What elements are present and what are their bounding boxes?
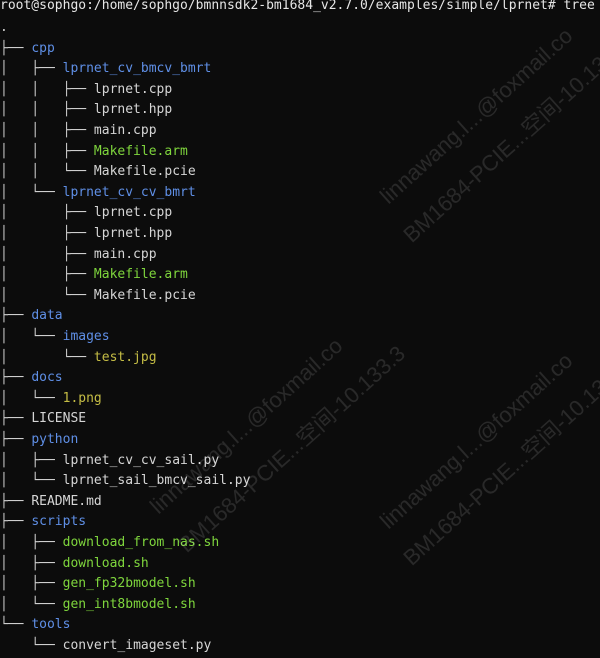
tree-line: │ └── images xyxy=(0,327,110,347)
directory-name: python xyxy=(31,432,79,447)
tree-line: │ └── gen_int8bmodel.sh xyxy=(0,595,196,615)
tree-line: │ │ ├── lprnet.cpp xyxy=(0,80,172,100)
tree-line: │ │ ├── main.cpp xyxy=(0,121,157,141)
tree-line: └── tools xyxy=(0,615,70,635)
tree-branch: └── xyxy=(0,638,63,653)
tree-branch: │ ├── xyxy=(0,535,63,550)
file-name: lprnet.hpp xyxy=(93,102,173,118)
tree-line: │ └── 1.png xyxy=(0,389,102,409)
directory-name: data xyxy=(31,308,63,324)
tree-line: │ ├── main.cpp xyxy=(0,245,157,265)
tree-branch: │ └── xyxy=(0,329,63,344)
file-name: lprnet.hpp xyxy=(93,226,173,241)
tree-branch: │ └── xyxy=(0,473,63,489)
tree-line: │ └── lprnet_sail_bmcv_sail.py xyxy=(0,471,250,491)
tree-line: │ ├── download_from_nas.sh xyxy=(0,533,219,553)
file-name: lprnet.cpp xyxy=(93,205,173,221)
tree-line: │ └── lprnet_cv_cv_bmrt xyxy=(0,183,196,203)
tree-branch: │ │ ├── xyxy=(0,102,94,118)
file-name: Makefile.pcie xyxy=(93,164,196,180)
file-name: main.cpp xyxy=(93,246,157,262)
tree-branch: │ │ ├── xyxy=(0,123,94,138)
file-name: 1.png xyxy=(62,390,102,406)
tree-branch: ├── xyxy=(0,370,32,386)
tree-branch: ├── xyxy=(0,514,32,530)
tree-branch: │ ├── xyxy=(0,267,94,283)
tree-branch: │ └── xyxy=(0,596,63,612)
tree-branch: │ ├── xyxy=(0,576,63,592)
directory-name: images xyxy=(62,329,110,344)
directory-name: cpp xyxy=(31,40,55,56)
terminal-window[interactable]: root@sophgo:/home/sophgo/bmnnsdk2-bm1684… xyxy=(0,0,600,658)
file-name: lprnet.cpp xyxy=(93,81,173,97)
tree-branch: │ │ ├── xyxy=(0,143,94,159)
tree-line: │ └── Makefile.pcie xyxy=(0,286,196,306)
tree-line: │ ├── Makefile.arm xyxy=(0,265,188,285)
file-name: Makefile.pcie xyxy=(93,287,196,303)
tree-branch: ├── xyxy=(0,308,32,324)
file-name: gen_int8bmodel.sh xyxy=(62,596,196,612)
tree-line: │ │ ├── Makefile.arm xyxy=(0,142,188,162)
file-name: convert_imageset.py xyxy=(62,638,212,653)
directory-name: docs xyxy=(31,370,63,386)
tree-line: ├── scripts xyxy=(0,512,86,532)
file-name: README.md xyxy=(31,493,102,509)
tree-line: ├── LICENSE xyxy=(0,409,86,429)
tree-line: ├── docs xyxy=(0,368,63,388)
file-name: Makefile.arm xyxy=(93,143,188,159)
tree-branch: ├── xyxy=(0,40,32,56)
tree-line: └── convert_imageset.py xyxy=(0,636,211,656)
tree-line: . xyxy=(0,18,8,38)
tree-line: ├── README.md xyxy=(0,492,102,512)
tree-branch: │ │ └── xyxy=(0,164,94,180)
tree-branch: └── xyxy=(0,617,32,633)
directory-name: lprnet_cv_cv_bmrt xyxy=(62,184,196,200)
tree-branch: │ ├── xyxy=(0,205,94,221)
tree-branch: │ └── xyxy=(0,349,94,365)
file-name: download.sh xyxy=(62,555,149,571)
directory-name: tools xyxy=(31,617,71,633)
tree-branch: │ ├── xyxy=(0,226,94,241)
file-name: Makefile.arm xyxy=(93,267,188,283)
tree-line: ├── data xyxy=(0,306,63,326)
file-name: lprnet_sail_bmcv_sail.py xyxy=(62,473,251,489)
tree-branch: ├── xyxy=(0,432,32,447)
tree-line: │ ├── lprnet.hpp xyxy=(0,224,172,244)
tree-branch: │ ├── xyxy=(0,452,63,468)
tree-branch: . xyxy=(0,20,8,35)
tree-line: ├── cpp xyxy=(0,39,55,59)
tree-line: ├── python xyxy=(0,430,78,450)
tree-line: │ ├── lprnet.cpp xyxy=(0,203,172,223)
tree-branch: │ └── xyxy=(0,184,63,200)
file-name: test.jpg xyxy=(93,349,157,365)
file-name: main.cpp xyxy=(93,123,157,138)
tree-branch: ├── xyxy=(0,411,32,427)
tree-branch: │ ├── xyxy=(0,61,63,77)
tree-branch: │ └── xyxy=(0,390,63,406)
directory-name: lprnet_cv_bmcv_bmrt xyxy=(62,61,212,77)
file-name: lprnet_cv_cv_sail.py xyxy=(62,452,220,468)
tree-line: │ │ ├── lprnet.hpp xyxy=(0,100,172,120)
directory-name: scripts xyxy=(31,514,87,530)
file-name: gen_fp32bmodel.sh xyxy=(62,576,196,592)
tree-branch: ├── xyxy=(0,493,32,509)
tree-line: │ ├── download.sh xyxy=(0,554,149,574)
tree-branch: │ └── xyxy=(0,287,94,303)
tree-branch: │ │ ├── xyxy=(0,81,94,97)
tree-line: │ ├── gen_fp32bmodel.sh xyxy=(0,574,196,594)
shell-prompt: root@sophgo:/home/sophgo/bmnnsdk2-bm1684… xyxy=(0,0,595,13)
tree-branch: │ ├── xyxy=(0,555,63,571)
file-name: download_from_nas.sh xyxy=(62,535,220,550)
file-name: LICENSE xyxy=(31,411,87,427)
tree-line: │ ├── lprnet_cv_cv_sail.py xyxy=(0,451,219,471)
tree-branch: │ ├── xyxy=(0,246,94,262)
tree-line: │ │ └── Makefile.pcie xyxy=(0,162,196,182)
tree-line: │ ├── lprnet_cv_bmcv_bmrt xyxy=(0,59,211,79)
tree-line: │ └── test.jpg xyxy=(0,348,157,368)
